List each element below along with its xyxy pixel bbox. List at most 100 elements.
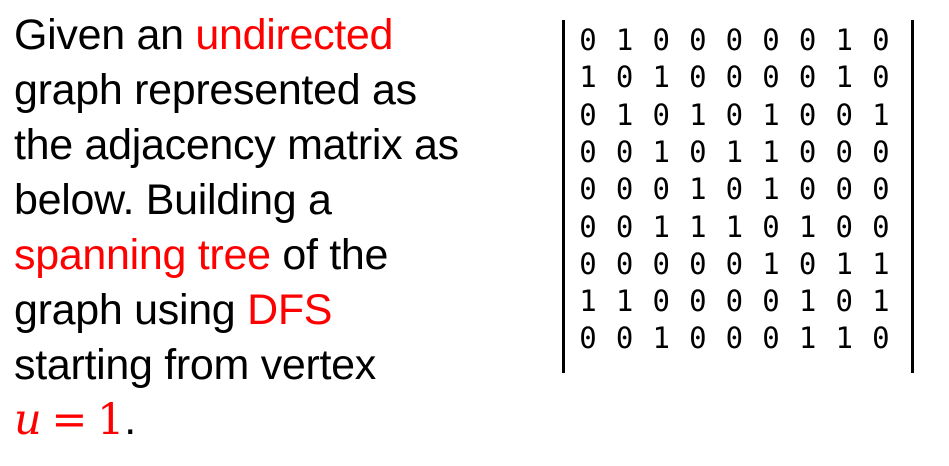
matrix-cell: 0 xyxy=(579,321,597,356)
matrix-cell: 1 xyxy=(798,321,817,356)
matrix-cell: 0 xyxy=(762,321,780,356)
statement-line-8: u = 1. xyxy=(14,393,534,448)
matrix-cell: 0 xyxy=(652,97,670,132)
matrix-cell: 0 xyxy=(689,134,707,169)
matrix-cell: 1 xyxy=(579,60,597,95)
matrix-cell: 1 xyxy=(762,97,780,132)
matrix-row: 001011000 xyxy=(565,134,911,171)
matrix-cell: 0 xyxy=(798,97,817,132)
text-graph-using: graph using xyxy=(14,286,248,334)
matrix-cell: 0 xyxy=(725,23,744,57)
keyword-undirected: undirected xyxy=(195,11,394,59)
matrix-row: 010000010 xyxy=(565,22,911,59)
matrix-cell: 0 xyxy=(835,134,853,169)
matrix-cell: 0 xyxy=(872,172,890,207)
matrix-cell: 1 xyxy=(835,246,853,281)
matrix-cell: 1 xyxy=(579,284,597,319)
matrix-cell: 0 xyxy=(689,321,707,356)
matrix-cell: 0 xyxy=(725,284,744,319)
matrix-cell: 0 xyxy=(579,134,597,169)
matrix-cell: 0 xyxy=(835,97,853,132)
matrix-row: 010101001 xyxy=(565,97,911,134)
matrix-cell: 0 xyxy=(615,60,634,95)
adjacency-matrix: 0100000101010000100101010010010110000001… xyxy=(562,20,914,373)
matrix-cell: 1 xyxy=(762,246,780,281)
text-given-an: Given an xyxy=(14,11,196,59)
matrix-cell: 1 xyxy=(652,134,670,169)
statement-line-3: the adjacency matrix as xyxy=(14,121,459,169)
matrix-cell: 0 xyxy=(615,321,634,356)
matrix-cell: 1 xyxy=(798,284,817,319)
matrix-cell: 1 xyxy=(689,97,707,132)
matrix-cell: 1 xyxy=(762,172,780,207)
matrix-cell: 0 xyxy=(615,209,634,244)
matrix-cell: 0 xyxy=(835,284,853,319)
keyword-spanning-tree: spanning tree xyxy=(14,231,271,279)
keyword-dfs: DFS xyxy=(247,286,333,334)
matrix-cell: 0 xyxy=(835,172,853,207)
matrix-cell: 0 xyxy=(615,172,634,207)
statement-line-4: below. Building a xyxy=(14,176,332,224)
matrix-cell: 1 xyxy=(615,97,634,132)
matrix-cell: 0 xyxy=(798,246,817,281)
matrix-row: 001110100 xyxy=(565,209,911,246)
matrix-cell: 0 xyxy=(652,172,670,207)
matrix-cell: 1 xyxy=(872,246,890,281)
matrix-cell: 1 xyxy=(615,284,634,319)
matrix-cell: 0 xyxy=(725,246,744,281)
matrix-row: 001000110 xyxy=(565,320,911,357)
math-value: 1 xyxy=(97,395,125,445)
matrix-cell: 1 xyxy=(652,209,670,244)
matrix-cell: 0 xyxy=(652,23,670,57)
text-of-the: of the xyxy=(270,231,389,279)
matrix-cell: 0 xyxy=(689,284,707,319)
matrix-cell: 1 xyxy=(835,23,853,57)
matrix-cell: 0 xyxy=(579,23,597,57)
matrix-cell: 0 xyxy=(615,246,634,281)
statement-line-5: spanning tree of the xyxy=(14,228,534,283)
matrix-cell: 0 xyxy=(798,134,817,169)
matrix-cell: 0 xyxy=(762,23,780,57)
matrix-row: 101000010 xyxy=(565,59,911,96)
matrix-cell: 0 xyxy=(689,246,707,281)
matrix-cell: 0 xyxy=(872,23,890,57)
matrix-cell: 0 xyxy=(835,209,853,244)
matrix-cell: 0 xyxy=(652,246,670,281)
problem-statement: Given an undirected graph represented as… xyxy=(14,8,534,448)
math-variable-u: u xyxy=(14,395,42,445)
matrix-cell: 0 xyxy=(872,60,890,95)
statement-line-6: graph using DFS xyxy=(14,283,534,338)
matrix-cell: 0 xyxy=(872,209,890,244)
matrix-cell: 1 xyxy=(725,134,744,169)
matrix-cell: 0 xyxy=(725,60,744,95)
matrix-cell: 0 xyxy=(689,23,707,57)
matrix-cell: 0 xyxy=(798,23,817,57)
matrix-cell: 0 xyxy=(762,209,780,244)
matrix-cell: 1 xyxy=(798,209,817,244)
math-equals: = xyxy=(51,395,88,445)
matrix-cell: 1 xyxy=(835,60,853,95)
matrix-row: 000001011 xyxy=(565,246,911,283)
matrix-cell: 0 xyxy=(652,284,670,319)
statement-line-2: graph represented as xyxy=(14,66,417,114)
matrix-cell: 1 xyxy=(652,60,670,95)
matrix-row: 110000101 xyxy=(565,283,911,320)
matrix-cell: 0 xyxy=(798,172,817,207)
matrix-cell: 1 xyxy=(689,209,707,244)
matrix-cell: 1 xyxy=(652,321,670,356)
matrix-cell: 0 xyxy=(725,172,744,207)
matrix-cell: 0 xyxy=(872,321,890,356)
matrix-cell: 0 xyxy=(579,172,597,207)
matrix-cell: 0 xyxy=(579,246,597,281)
matrix-row: 000101000 xyxy=(565,171,911,208)
matrix-cell: 0 xyxy=(762,284,780,319)
matrix-cell: 0 xyxy=(725,97,744,132)
matrix-cell: 0 xyxy=(689,60,707,95)
matrix-cell: 1 xyxy=(762,134,780,169)
matrix-cell: 1 xyxy=(689,172,707,207)
matrix-cell: 0 xyxy=(762,60,780,95)
text-period: . xyxy=(124,396,136,444)
matrix-cell: 0 xyxy=(615,134,634,169)
matrix-cell: 1 xyxy=(872,284,890,319)
matrix-cell: 0 xyxy=(725,321,744,356)
